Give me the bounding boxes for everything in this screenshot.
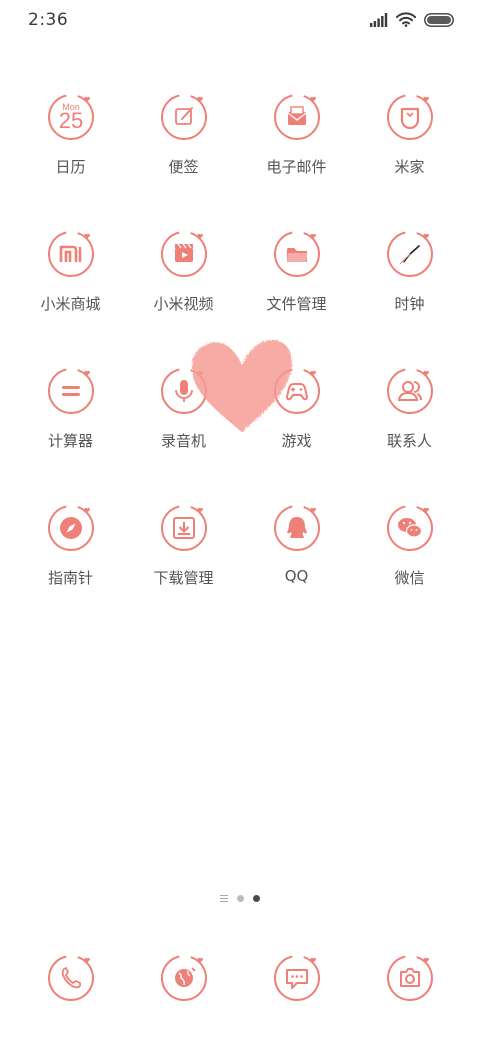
mijia-icon: [386, 93, 433, 140]
app-clock[interactable]: 时钟: [353, 227, 466, 364]
menu-icon: [220, 895, 228, 902]
gamepad-icon: [273, 368, 320, 414]
app-label: 下载管理: [153, 569, 214, 587]
dock: [14, 951, 466, 1005]
app-label: 电子邮件: [266, 158, 327, 176]
qq-icon: [273, 505, 320, 551]
app-notes[interactable]: 便签: [127, 90, 240, 227]
calculator-icon: [47, 368, 94, 414]
messages-icon: [273, 955, 320, 1001]
compass-icon: [47, 505, 94, 551]
app-label: 游戏: [281, 432, 312, 450]
app-qq[interactable]: QQ: [240, 501, 353, 638]
app-microphone[interactable]: 录音机: [127, 364, 240, 501]
home-screen: 2:36 Mon 25 日历 便签 电子邮件 米家 小米商城 小米视频 文件管理…: [0, 0, 480, 1040]
dock-messages[interactable]: [240, 951, 353, 1005]
app-label: 计算器: [47, 432, 93, 450]
app-wechat[interactable]: 微信: [353, 501, 466, 638]
dock-camera[interactable]: [353, 951, 466, 1005]
app-label: 联系人: [386, 432, 432, 450]
app-grid: Mon 25 日历 便签 电子邮件 米家 小米商城 小米视频 文件管理 时钟 计…: [14, 90, 466, 638]
signal-icon: [370, 12, 388, 27]
app-label: 便签: [168, 158, 199, 176]
app-label: 米家: [394, 158, 425, 176]
app-calculator[interactable]: 计算器: [14, 364, 127, 501]
page-indicator[interactable]: [0, 895, 480, 902]
page-dot: [237, 895, 244, 902]
browser-icon: [160, 955, 207, 1001]
app-compass[interactable]: 指南针: [14, 501, 127, 638]
app-label: 小米商城: [40, 295, 101, 313]
app-label: 录音机: [160, 432, 206, 450]
app-label: 日历: [55, 158, 86, 176]
battery-icon: [424, 12, 454, 27]
app-gamepad[interactable]: 游戏: [240, 364, 353, 501]
folder-icon: [273, 231, 320, 277]
app-label: 小米视频: [153, 295, 214, 313]
calendar-icon: Mon 25: [47, 93, 94, 140]
status-time: 2:36: [28, 10, 69, 30]
email-icon: [273, 93, 320, 140]
app-download[interactable]: 下载管理: [127, 501, 240, 638]
notes-icon: [160, 93, 207, 140]
contacts-icon: [386, 368, 433, 414]
phone-icon: [47, 955, 94, 1001]
clock-icon: [386, 231, 433, 277]
app-calendar[interactable]: Mon 25 日历: [14, 90, 127, 227]
download-icon: [160, 505, 207, 551]
app-label: QQ: [284, 567, 309, 585]
app-folder[interactable]: 文件管理: [240, 227, 353, 364]
app-video[interactable]: 小米视频: [127, 227, 240, 364]
app-contacts[interactable]: 联系人: [353, 364, 466, 501]
status-bar: 2:36: [0, 0, 480, 44]
dock-browser[interactable]: [127, 951, 240, 1005]
mi-store-icon: [47, 231, 94, 277]
app-label: 文件管理: [266, 295, 327, 313]
dock-phone[interactable]: [14, 951, 127, 1005]
app-label: 时钟: [394, 295, 425, 313]
camera-icon: [386, 955, 433, 1001]
app-mijia[interactable]: 米家: [353, 90, 466, 227]
app-mi-store[interactable]: 小米商城: [14, 227, 127, 364]
status-icons: [370, 12, 454, 27]
microphone-icon: [160, 368, 207, 414]
svg-text:25: 25: [58, 108, 82, 133]
app-label: 指南针: [47, 569, 93, 587]
wechat-icon: [386, 505, 433, 551]
page-dot-active: [253, 895, 260, 902]
wifi-icon: [396, 12, 416, 27]
app-email[interactable]: 电子邮件: [240, 90, 353, 227]
video-icon: [160, 231, 207, 277]
app-label: 微信: [394, 569, 425, 587]
